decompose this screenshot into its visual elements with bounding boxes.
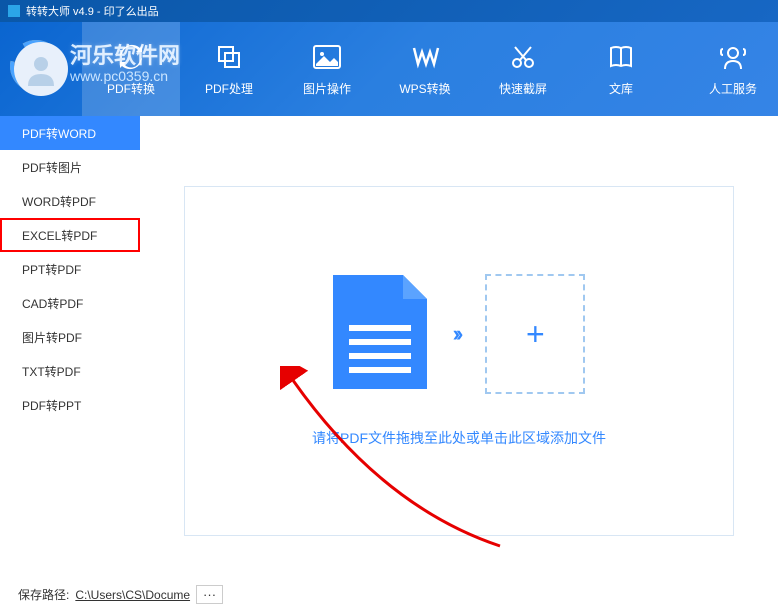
nav-label: 图片操作	[303, 80, 351, 97]
arrow-right-icon: ››	[453, 321, 460, 347]
dropzone[interactable]: ›› + 请将PDF文件拖拽至此处或单击此区域添加文件	[184, 186, 734, 536]
nav-pdf-convert[interactable]: PDF转换	[82, 22, 180, 116]
sidebar-item-txt-to-pdf[interactable]: TXT转PDF	[0, 354, 140, 388]
nav-wps-convert[interactable]: WPS转换	[376, 22, 474, 116]
main-area: ›› + 请将PDF文件拖拽至此处或单击此区域添加文件	[140, 116, 778, 616]
nav-label: 文库	[609, 80, 633, 97]
browse-button[interactable]: ···	[196, 585, 223, 604]
nav-support[interactable]: 人工服务	[688, 22, 778, 116]
avatar-container[interactable]	[0, 22, 82, 116]
sidebar-item-pdf-to-word[interactable]: PDF转WORD	[0, 116, 140, 150]
nav-label: WPS转换	[399, 80, 450, 97]
user-icon	[22, 50, 60, 88]
nav-label: 快速截屏	[499, 80, 547, 97]
app-icon	[8, 5, 20, 17]
file-icon	[333, 275, 427, 394]
drop-icons: ›› +	[333, 274, 586, 394]
sidebar-item-word-to-pdf[interactable]: WORD转PDF	[0, 184, 140, 218]
nav-label: PDF转换	[107, 80, 155, 97]
footer: 保存路径: C:\Users\CS\Docume ···	[18, 585, 223, 604]
top-nav: PDF转换 PDF处理 图片操作 WPS转换 快速截屏	[82, 22, 778, 116]
scissors-icon	[509, 42, 537, 72]
add-box: +	[485, 274, 585, 394]
dropzone-hint: 请将PDF文件拖拽至此处或单击此区域添加文件	[312, 428, 606, 448]
nav-library[interactable]: 文库	[572, 22, 670, 116]
nav-image-ops[interactable]: 图片操作	[278, 22, 376, 116]
book-icon	[607, 42, 635, 72]
sidebar-item-pdf-to-image[interactable]: PDF转图片	[0, 150, 140, 184]
nav-label: PDF处理	[205, 80, 253, 97]
sidebar-item-excel-to-pdf[interactable]: EXCEL转PDF	[0, 218, 140, 252]
sidebar-item-ppt-to-pdf[interactable]: PPT转PDF	[0, 252, 140, 286]
sidebar-item-pdf-to-ppt[interactable]: PDF转PPT	[0, 388, 140, 422]
sidebar-item-cad-to-pdf[interactable]: CAD转PDF	[0, 286, 140, 320]
support-icon	[719, 42, 747, 72]
wps-icon	[410, 42, 440, 72]
nav-pdf-process[interactable]: PDF处理	[180, 22, 278, 116]
avatar	[14, 42, 68, 96]
titlebar: 转转大师 v4.9 - 印了么出品	[0, 0, 778, 22]
header: 河乐软件网 www.pc0359.cn PDF转换 PDF处理	[0, 22, 778, 116]
copy-icon	[215, 42, 243, 72]
nav-screenshot[interactable]: 快速截屏	[474, 22, 572, 116]
sidebar: PDF转WORD PDF转图片 WORD转PDF EXCEL转PDF PPT转P…	[0, 116, 140, 616]
save-path-label: 保存路径:	[18, 586, 69, 603]
image-icon	[312, 42, 342, 72]
sidebar-item-image-to-pdf[interactable]: 图片转PDF	[0, 320, 140, 354]
save-path-link[interactable]: C:\Users\CS\Docume	[75, 588, 190, 602]
body: PDF转WORD PDF转图片 WORD转PDF EXCEL转PDF PPT转P…	[0, 116, 778, 616]
plus-icon: +	[526, 316, 545, 353]
titlebar-text: 转转大师 v4.9 - 印了么出品	[26, 3, 159, 19]
refresh-icon	[116, 42, 146, 72]
nav-label: 人工服务	[709, 80, 757, 97]
